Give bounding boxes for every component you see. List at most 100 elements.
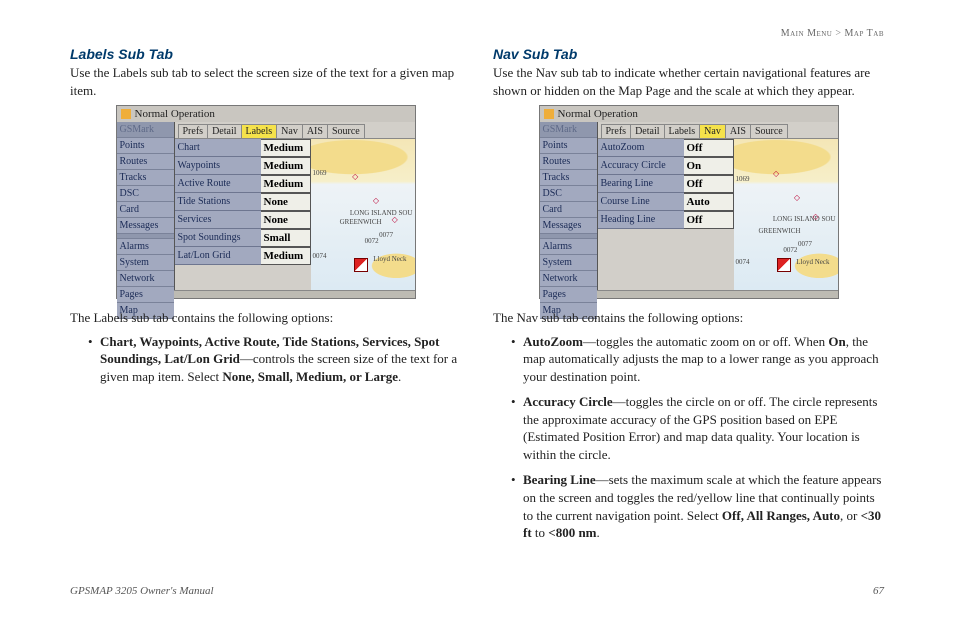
fig-titlebar: Normal Operation <box>540 106 838 122</box>
row-label[interactable]: Lat/Lon Grid <box>175 247 261 264</box>
map-num: 0077 <box>379 231 393 239</box>
sidebar-item[interactable]: Pages <box>540 287 597 303</box>
sidebar-item[interactable]: Card <box>117 202 174 218</box>
waypoint-icon: ◇ <box>794 193 800 202</box>
row-value[interactable]: Off <box>684 211 734 229</box>
right-column: Nav Sub Tab Use the Nav sub tab to indic… <box>493 46 884 550</box>
row-label[interactable]: Heading Line <box>598 211 684 228</box>
row-label[interactable]: Waypoints <box>175 157 261 174</box>
labels-figure: Normal Operation GSMark Points Routes Tr… <box>116 105 416 299</box>
fig-content: AutoZoomOff Accuracy CircleOn Bearing Li… <box>598 139 838 290</box>
left-column: Labels Sub Tab Use the Labels sub tab to… <box>70 46 461 550</box>
row-label[interactable]: AutoZoom <box>598 139 684 156</box>
row-label[interactable]: Bearing Line <box>598 175 684 192</box>
sidebar-item[interactable]: DSC <box>540 186 597 202</box>
sidebar-item[interactable]: Messages <box>117 218 174 234</box>
page-footer: GPSMAP 3205 Owner's Manual 67 <box>70 585 884 597</box>
sidebar-item[interactable]: Points <box>117 138 174 154</box>
fig-sidebar: GSMark Points Routes Tracks DSC Card Mes… <box>117 122 175 290</box>
row-value[interactable]: Off <box>684 175 734 193</box>
row-value[interactable]: Small <box>261 229 311 247</box>
list-item: Chart, Waypoints, Active Route, Tide Sta… <box>88 333 461 386</box>
row-value[interactable]: Medium <box>261 247 311 265</box>
row-label[interactable]: Accuracy Circle <box>598 157 684 174</box>
labels-intro: Use the Labels sub tab to select the scr… <box>70 64 461 99</box>
map-label-greenwich: GREENWICH <box>340 218 382 226</box>
map-num: 1069 <box>313 169 327 177</box>
row-label[interactable]: Tide Stations <box>175 193 261 210</box>
tab-ais[interactable]: AIS <box>725 124 751 138</box>
sidebar-item[interactable]: Alarms <box>117 239 174 255</box>
waypoint-icon: ◇ <box>373 196 379 205</box>
mode-icon <box>544 109 554 119</box>
fig-sidebar: GSMark Points Routes Tracks DSC Card Mes… <box>540 122 598 290</box>
tab-prefs[interactable]: Prefs <box>178 124 209 138</box>
tab-source[interactable]: Source <box>750 124 788 138</box>
row-label[interactable]: Services <box>175 211 261 228</box>
row-value[interactable]: Medium <box>261 175 311 193</box>
sidebar-item[interactable]: Messages <box>540 218 597 234</box>
row-label[interactable]: Spot Soundings <box>175 229 261 246</box>
sidebar-item[interactable]: GSMark <box>117 122 174 138</box>
fig-body: GSMark Points Routes Tracks DSC Card Mes… <box>540 122 838 290</box>
nav-figure: Normal Operation GSMark Points Routes Tr… <box>539 105 839 299</box>
sidebar-item[interactable]: Network <box>540 271 597 287</box>
sidebar-item[interactable]: GSMark <box>540 122 597 138</box>
list-item: AutoZoom—toggles the automatic zoom on o… <box>511 333 884 386</box>
waypoint-icon: ◇ <box>392 215 398 224</box>
row-value[interactable]: Medium <box>261 157 311 175</box>
map-preview: LONG ISLAND SOU GREENWICH Lloyd Neck 106… <box>311 139 415 290</box>
tab-labels[interactable]: Labels <box>664 124 701 138</box>
sidebar-item[interactable]: Routes <box>540 154 597 170</box>
row-value[interactable]: On <box>684 157 734 175</box>
tab-labels[interactable]: Labels <box>241 124 278 138</box>
list-item: Bearing Line—sets the maximum scale at w… <box>511 471 884 541</box>
tab-detail[interactable]: Detail <box>207 124 241 138</box>
sidebar-item[interactable]: Network <box>117 271 174 287</box>
fig-tabs: Prefs Detail Labels Nav AIS Source <box>175 122 415 139</box>
map-num: 1069 <box>736 175 750 183</box>
map-num: 0074 <box>313 252 327 260</box>
labels-heading: Labels Sub Tab <box>70 46 461 62</box>
sidebar-item[interactable]: Tracks <box>117 170 174 186</box>
row-value[interactable]: None <box>261 211 311 229</box>
tab-nav[interactable]: Nav <box>276 124 303 138</box>
flag-icon <box>777 258 791 272</box>
row-value[interactable]: Medium <box>261 139 311 157</box>
tab-source[interactable]: Source <box>327 124 365 138</box>
row-value[interactable]: Off <box>684 139 734 157</box>
row-label[interactable]: Chart <box>175 139 261 156</box>
map-preview: LONG ISLAND SOU GREENWICH Lloyd Neck 106… <box>734 139 838 290</box>
tab-ais[interactable]: AIS <box>302 124 328 138</box>
breadcrumb-section: Main Menu <box>781 28 833 39</box>
option-name: AutoZoom <box>523 334 583 349</box>
row-label[interactable]: Course Line <box>598 193 684 210</box>
fig-content: ChartMedium WaypointsMedium Active Route… <box>175 139 415 290</box>
tab-nav[interactable]: Nav <box>699 124 726 138</box>
sidebar-item[interactable]: Card <box>540 202 597 218</box>
map-num: 0072 <box>365 237 379 245</box>
manual-title: GPSMAP 3205 Owner's Manual <box>70 585 214 597</box>
sidebar-item[interactable]: Tracks <box>540 170 597 186</box>
tab-detail[interactable]: Detail <box>630 124 664 138</box>
option-end: . <box>398 369 401 384</box>
sidebar-item[interactable]: Alarms <box>540 239 597 255</box>
waypoint-icon: ◇ <box>352 172 358 181</box>
sidebar-item[interactable]: Routes <box>117 154 174 170</box>
fig-main: Prefs Detail Labels Nav AIS Source Chart… <box>175 122 415 290</box>
tab-prefs[interactable]: Prefs <box>601 124 632 138</box>
list-item: Accuracy Circle—toggles the circle on or… <box>511 393 884 463</box>
map-label-sound: LONG ISLAND SOU <box>350 209 413 217</box>
option-name: Bearing Line <box>523 472 596 487</box>
sidebar-item[interactable]: System <box>540 255 597 271</box>
sidebar-item[interactable]: Points <box>540 138 597 154</box>
map-label-lloyd: Lloyd Neck <box>373 255 406 263</box>
sidebar-item[interactable]: Pages <box>117 287 174 303</box>
row-value[interactable]: None <box>261 193 311 211</box>
breadcrumb: Main Menu > Map Tab <box>781 28 884 39</box>
sidebar-item[interactable]: System <box>117 255 174 271</box>
row-value[interactable]: Auto <box>684 193 734 211</box>
row-label[interactable]: Active Route <box>175 175 261 192</box>
fig-main: Prefs Detail Labels Nav AIS Source AutoZ… <box>598 122 838 290</box>
sidebar-item[interactable]: DSC <box>117 186 174 202</box>
